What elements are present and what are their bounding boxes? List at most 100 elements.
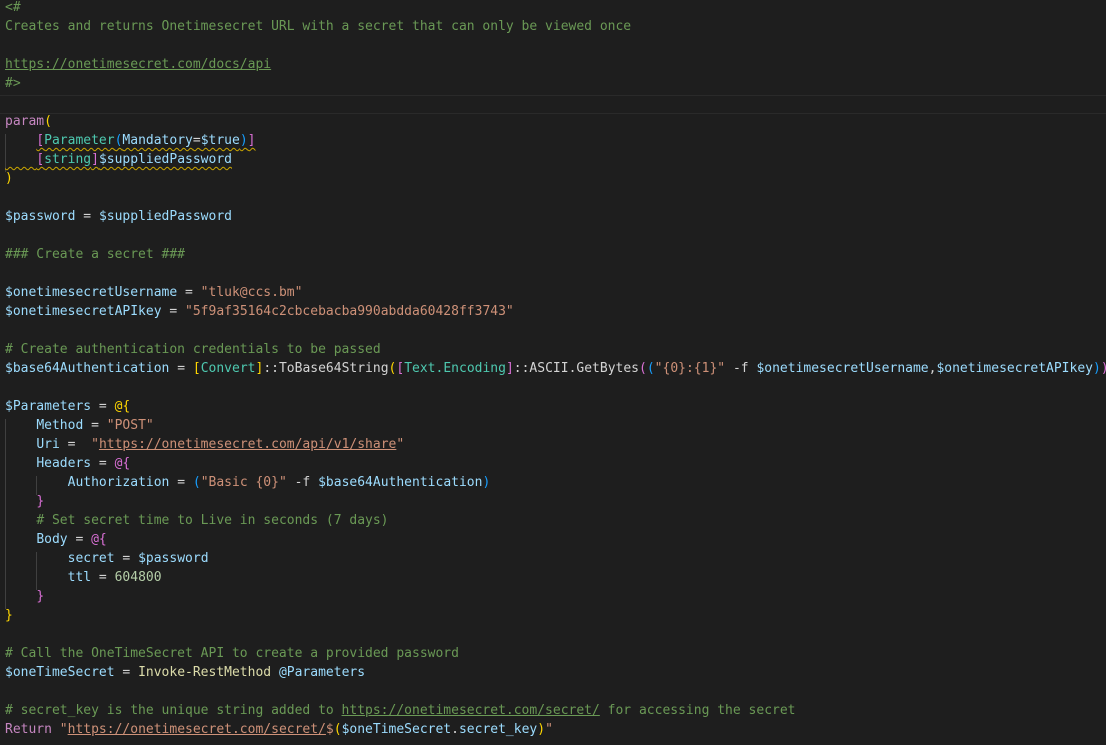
code-line[interactable]: https://onetimesecret.com/docs/api <box>5 55 271 74</box>
code-token: "Basic {0}" <box>200 475 287 490</box>
code-token: = <box>91 399 115 414</box>
code-token: # secret_key is the unique string added … <box>5 703 342 718</box>
code-token: ( <box>192 475 201 490</box>
code-line[interactable]: $onetimesecretUsername = "tluk@ccs.bm" <box>5 283 302 302</box>
code-line[interactable]: Authorization = ("Basic {0}" -f $base64A… <box>5 473 491 492</box>
code-line[interactable]: Return "https://onetimesecret.com/secret… <box>5 720 553 739</box>
code-line[interactable]: param( <box>5 112 52 131</box>
code-token: } <box>5 608 13 623</box>
code-token: # Call the OneTimeSecret API to create a… <box>5 646 459 661</box>
code-line[interactable]: # Call the OneTimeSecret API to create a… <box>5 644 459 663</box>
code-token: Text.Encoding <box>404 361 506 376</box>
code-token: $password <box>138 551 209 566</box>
code-token: "POST" <box>106 418 154 433</box>
code-token: "5f9af35164c2cbcebacba990abdda60428ff374… <box>185 304 514 319</box>
code-token: ::ASCII.GetBytes <box>513 361 640 376</box>
code-token: param <box>5 114 45 129</box>
code-token: Uri <box>36 437 60 452</box>
code-token: https://onetimesecret.com/docs/api <box>5 57 272 72</box>
code-line[interactable]: [string]$suppliedPassword <box>5 150 232 169</box>
code-line[interactable]: secret = $password <box>5 549 209 568</box>
code-token: 604800 <box>114 570 162 585</box>
code-token: @{ <box>114 399 131 414</box>
code-token: $ <box>325 722 334 737</box>
code-token: @{ <box>114 456 131 471</box>
code-token: for accessing the secret <box>599 703 796 718</box>
code-token: -f <box>286 475 319 490</box>
code-token: } <box>36 589 45 604</box>
code-token: secret_key <box>458 722 538 737</box>
code-line[interactable]: Creates and returns Onetimesecret URL wi… <box>5 17 631 36</box>
code-token: ::ToBase64String <box>263 361 389 376</box>
code-line[interactable]: $oneTimeSecret = Invoke-RestMethod @Para… <box>5 663 365 682</box>
code-token: Authorization <box>67 475 170 490</box>
code-token: " <box>545 722 553 737</box>
code-token: [ <box>192 361 201 376</box>
code-token: $base64Authentication <box>318 475 483 490</box>
code-line[interactable]: #> <box>5 74 21 93</box>
code-token: Mandatory <box>122 133 193 148</box>
code-token: ### Create a secret ### <box>5 247 186 262</box>
code-token: ) <box>482 475 491 490</box>
code-line[interactable]: Headers = @{ <box>5 454 130 473</box>
code-token: ( <box>639 361 647 376</box>
code-line[interactable]: # Set secret time to Live in seconds (7 … <box>5 511 389 530</box>
code-token: = <box>59 437 92 452</box>
code-token: "tluk@ccs.bm" <box>200 285 303 300</box>
code-line[interactable]: Body = @{ <box>5 530 106 549</box>
code-token: = <box>91 570 115 585</box>
code-token: ) <box>537 722 546 737</box>
code-token: ( <box>646 361 655 376</box>
code-token: = <box>83 418 107 433</box>
code-token: $suppliedPassword <box>98 209 232 224</box>
code-line[interactable]: } <box>5 492 44 511</box>
code-token: = <box>161 304 186 319</box>
code-token: <# <box>5 0 21 15</box>
code-token: ) <box>1101 361 1106 376</box>
code-token: ( <box>333 722 342 737</box>
code-line[interactable]: ttl = 604800 <box>5 568 162 587</box>
code-line[interactable]: [Parameter(Mandatory=$true)] <box>5 131 255 150</box>
code-line[interactable]: Method = "POST" <box>5 416 154 435</box>
code-token: } <box>36 494 45 509</box>
code-editor[interactable]: <# Creates and returns Onetimesecret URL … <box>0 0 1106 745</box>
code-token: $true <box>200 133 240 148</box>
code-line[interactable]: ) <box>5 169 13 188</box>
code-token: # Create authentication credentials to b… <box>5 342 381 357</box>
code-line[interactable]: Uri = "https://onetimesecret.com/api/v1/… <box>5 435 404 454</box>
code-token: Invoke-RestMethod <box>138 665 272 680</box>
code-token: Method <box>36 418 84 433</box>
code-line[interactable]: $Parameters = @{ <box>5 397 130 416</box>
code-line[interactable]: $onetimesecretAPIkey = "5f9af35164c2cbce… <box>5 302 514 321</box>
code-token: [ <box>36 133 45 148</box>
code-line[interactable]: $base64Authentication = [Convert]::ToBas… <box>5 359 1106 378</box>
code-line[interactable]: # Create authentication credentials to b… <box>5 340 381 359</box>
code-token: Creates and returns Onetimesecret URL wi… <box>5 19 632 34</box>
code-token: #> <box>5 76 21 91</box>
code-token: Body <box>36 532 68 547</box>
code-token: = <box>114 665 139 680</box>
code-line[interactable]: } <box>5 587 44 606</box>
code-token: secret <box>67 551 115 566</box>
code-token: = <box>67 532 92 547</box>
code-line[interactable]: } <box>5 606 13 625</box>
code-token: = <box>75 209 99 224</box>
code-line[interactable]: <# <box>5 0 21 17</box>
code-token: -f <box>725 361 757 376</box>
code-token: Convert <box>200 361 256 376</box>
code-token: ] <box>91 152 99 167</box>
code-line[interactable]: $password = $suppliedPassword <box>5 207 232 226</box>
code-line[interactable]: # secret_key is the unique string added … <box>5 701 796 720</box>
code-token: # Set secret time to Live in seconds (7 … <box>36 513 389 528</box>
code-line[interactable]: ### Create a secret ### <box>5 245 185 264</box>
code-token: $onetimesecretUsername <box>756 361 929 376</box>
code-token: $onetimesecretAPIkey <box>5 304 162 319</box>
code-token: $oneTimeSecret <box>5 665 115 680</box>
code-token: = <box>169 475 193 490</box>
